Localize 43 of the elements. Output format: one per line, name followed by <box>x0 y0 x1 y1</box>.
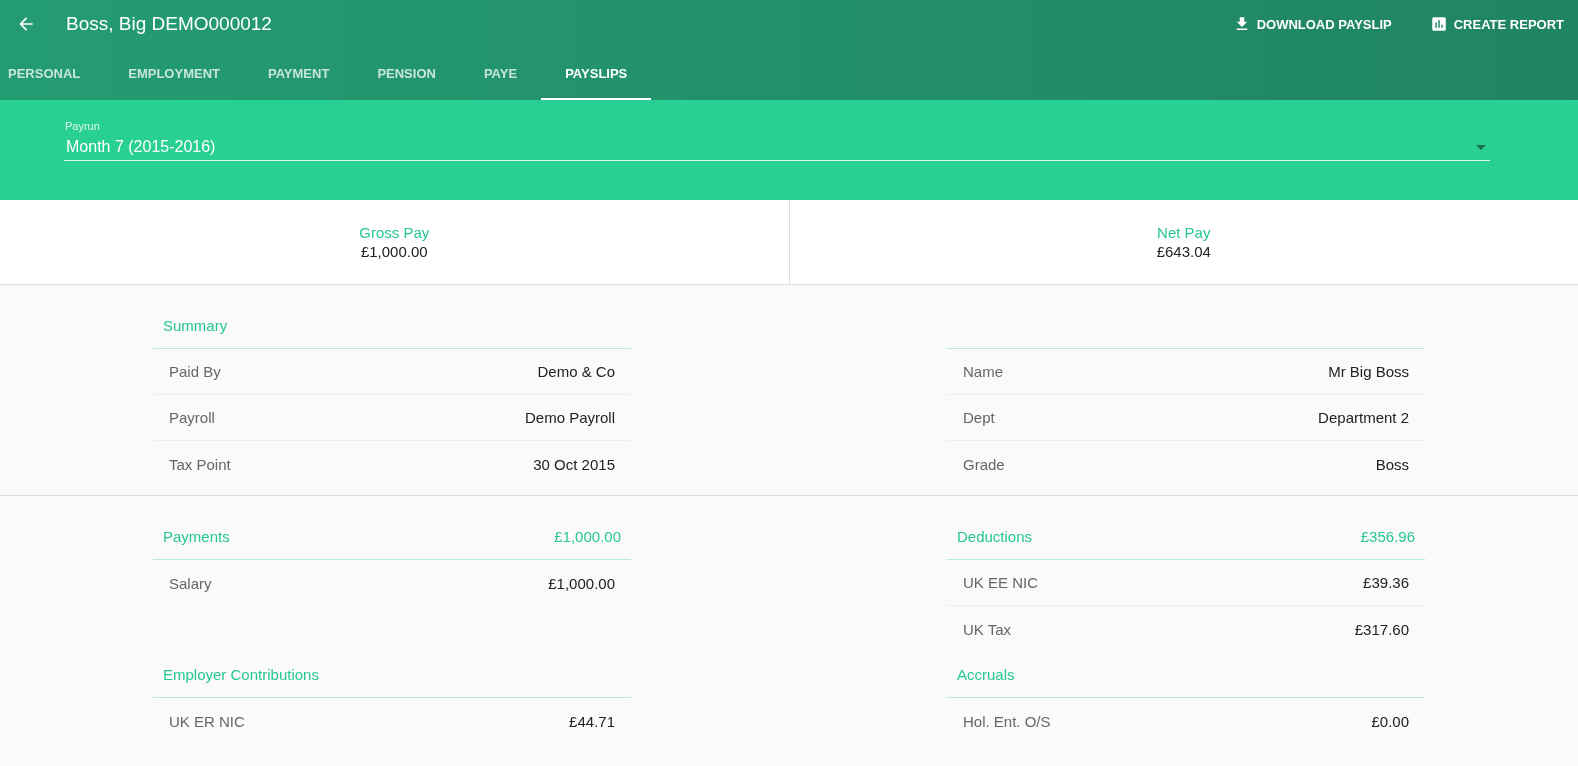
dropdown-caret-icon <box>1476 144 1486 150</box>
total-amount: £1,000.00 <box>360 243 428 260</box>
tab[interactable]: EMPLOYMENT <box>104 48 244 100</box>
row-label: Payroll <box>169 409 215 426</box>
row-label: Paid By <box>169 363 221 380</box>
row-value: £44.71 <box>569 712 615 730</box>
row-value: £39.36 <box>1363 574 1409 591</box>
total-amount: £643.04 <box>1156 243 1211 260</box>
row-label: Dept <box>963 409 995 426</box>
row-value: Boss <box>1375 455 1409 473</box>
row-value: 30 Oct 2015 <box>533 455 615 473</box>
tab[interactable]: PERSONAL <box>0 48 105 100</box>
tab[interactable]: PAYMENT <box>243 48 354 100</box>
section-total: £356.96 <box>1360 528 1415 545</box>
row-label: Tax Point <box>169 455 231 473</box>
download-button[interactable]: DOWNLOAD PAYSLIP <box>1228 11 1396 37</box>
tab[interactable]: PENSION <box>353 48 460 100</box>
employee-title: Boss, Big DEMO000012 <box>66 13 272 35</box>
bar-chart-icon <box>1429 15 1448 33</box>
section-title: Deductions <box>957 528 1033 545</box>
row-value: Demo Payroll <box>524 409 615 426</box>
row-value: £317.60 <box>1354 620 1409 638</box>
row-label: Salary <box>169 574 212 592</box>
row-value: Department 2 <box>1318 409 1409 426</box>
row-value: £0.00 <box>1371 712 1409 730</box>
section-title: Accruals <box>957 666 1015 683</box>
section-title: Summary <box>163 317 228 334</box>
row-value: £1,000.00 <box>548 574 615 592</box>
row-label: UK EE NIC <box>963 574 1038 591</box>
row-label: UK ER NIC <box>169 712 245 730</box>
report-button[interactable]: CREATE REPORT <box>1425 11 1568 37</box>
row-value: Demo & Co <box>537 363 615 380</box>
section-title: Employer Contributions <box>163 666 319 683</box>
row-label: UK Tax <box>963 620 1012 638</box>
total-label: Gross Pay <box>359 224 430 241</box>
row-label: Name <box>963 363 1003 380</box>
row-label: Hol. Ent. O/S <box>963 712 1051 730</box>
tab[interactable]: PAYE <box>459 48 542 100</box>
total-label: Net Pay <box>1157 224 1211 241</box>
section-total: £1,000.00 <box>554 528 621 545</box>
row-label: Grade <box>963 455 1005 473</box>
row-value: Mr Big Boss <box>1328 363 1409 380</box>
section-title: Payments <box>163 528 230 545</box>
